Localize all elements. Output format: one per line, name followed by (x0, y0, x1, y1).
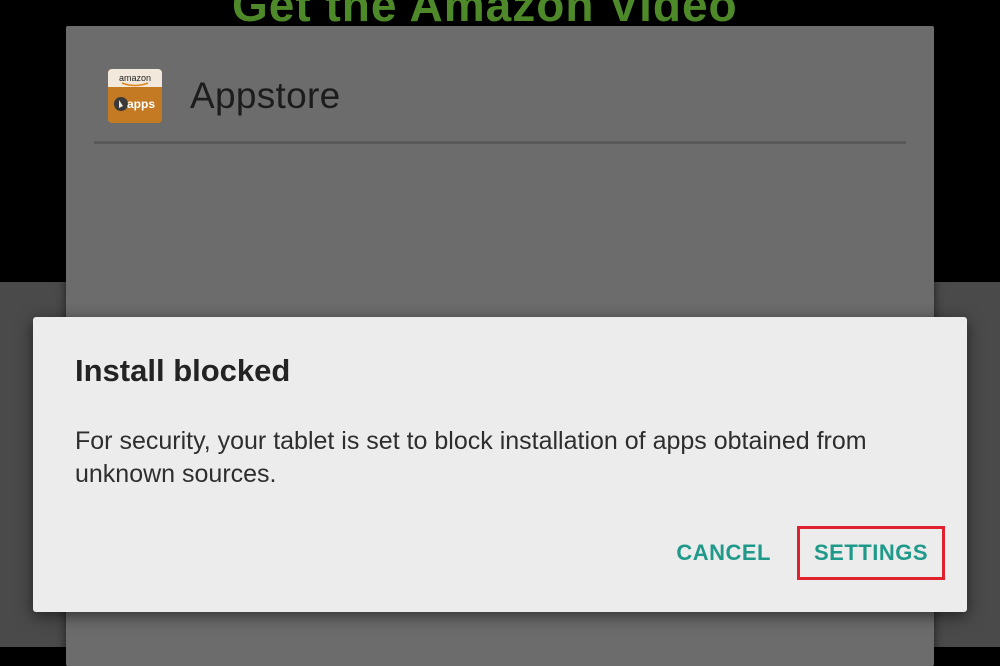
app-header: amazon apps Appstore (108, 66, 341, 126)
divider (94, 141, 906, 144)
cancel-button[interactable]: CANCEL (670, 524, 777, 582)
install-blocked-dialog: Install blocked For security, your table… (33, 317, 967, 612)
icon-text-amazon: amazon (119, 73, 151, 83)
app-name: Appstore (190, 75, 341, 116)
dialog-actions: CANCEL SETTINGS (670, 524, 945, 582)
dialog-message: For security, your tablet is set to bloc… (75, 427, 867, 488)
dialog-title: Install blocked (75, 353, 291, 388)
settings-button[interactable]: SETTINGS (797, 526, 945, 580)
icon-text-apps: apps (127, 97, 155, 111)
amazon-appstore-icon: amazon apps (108, 69, 162, 123)
